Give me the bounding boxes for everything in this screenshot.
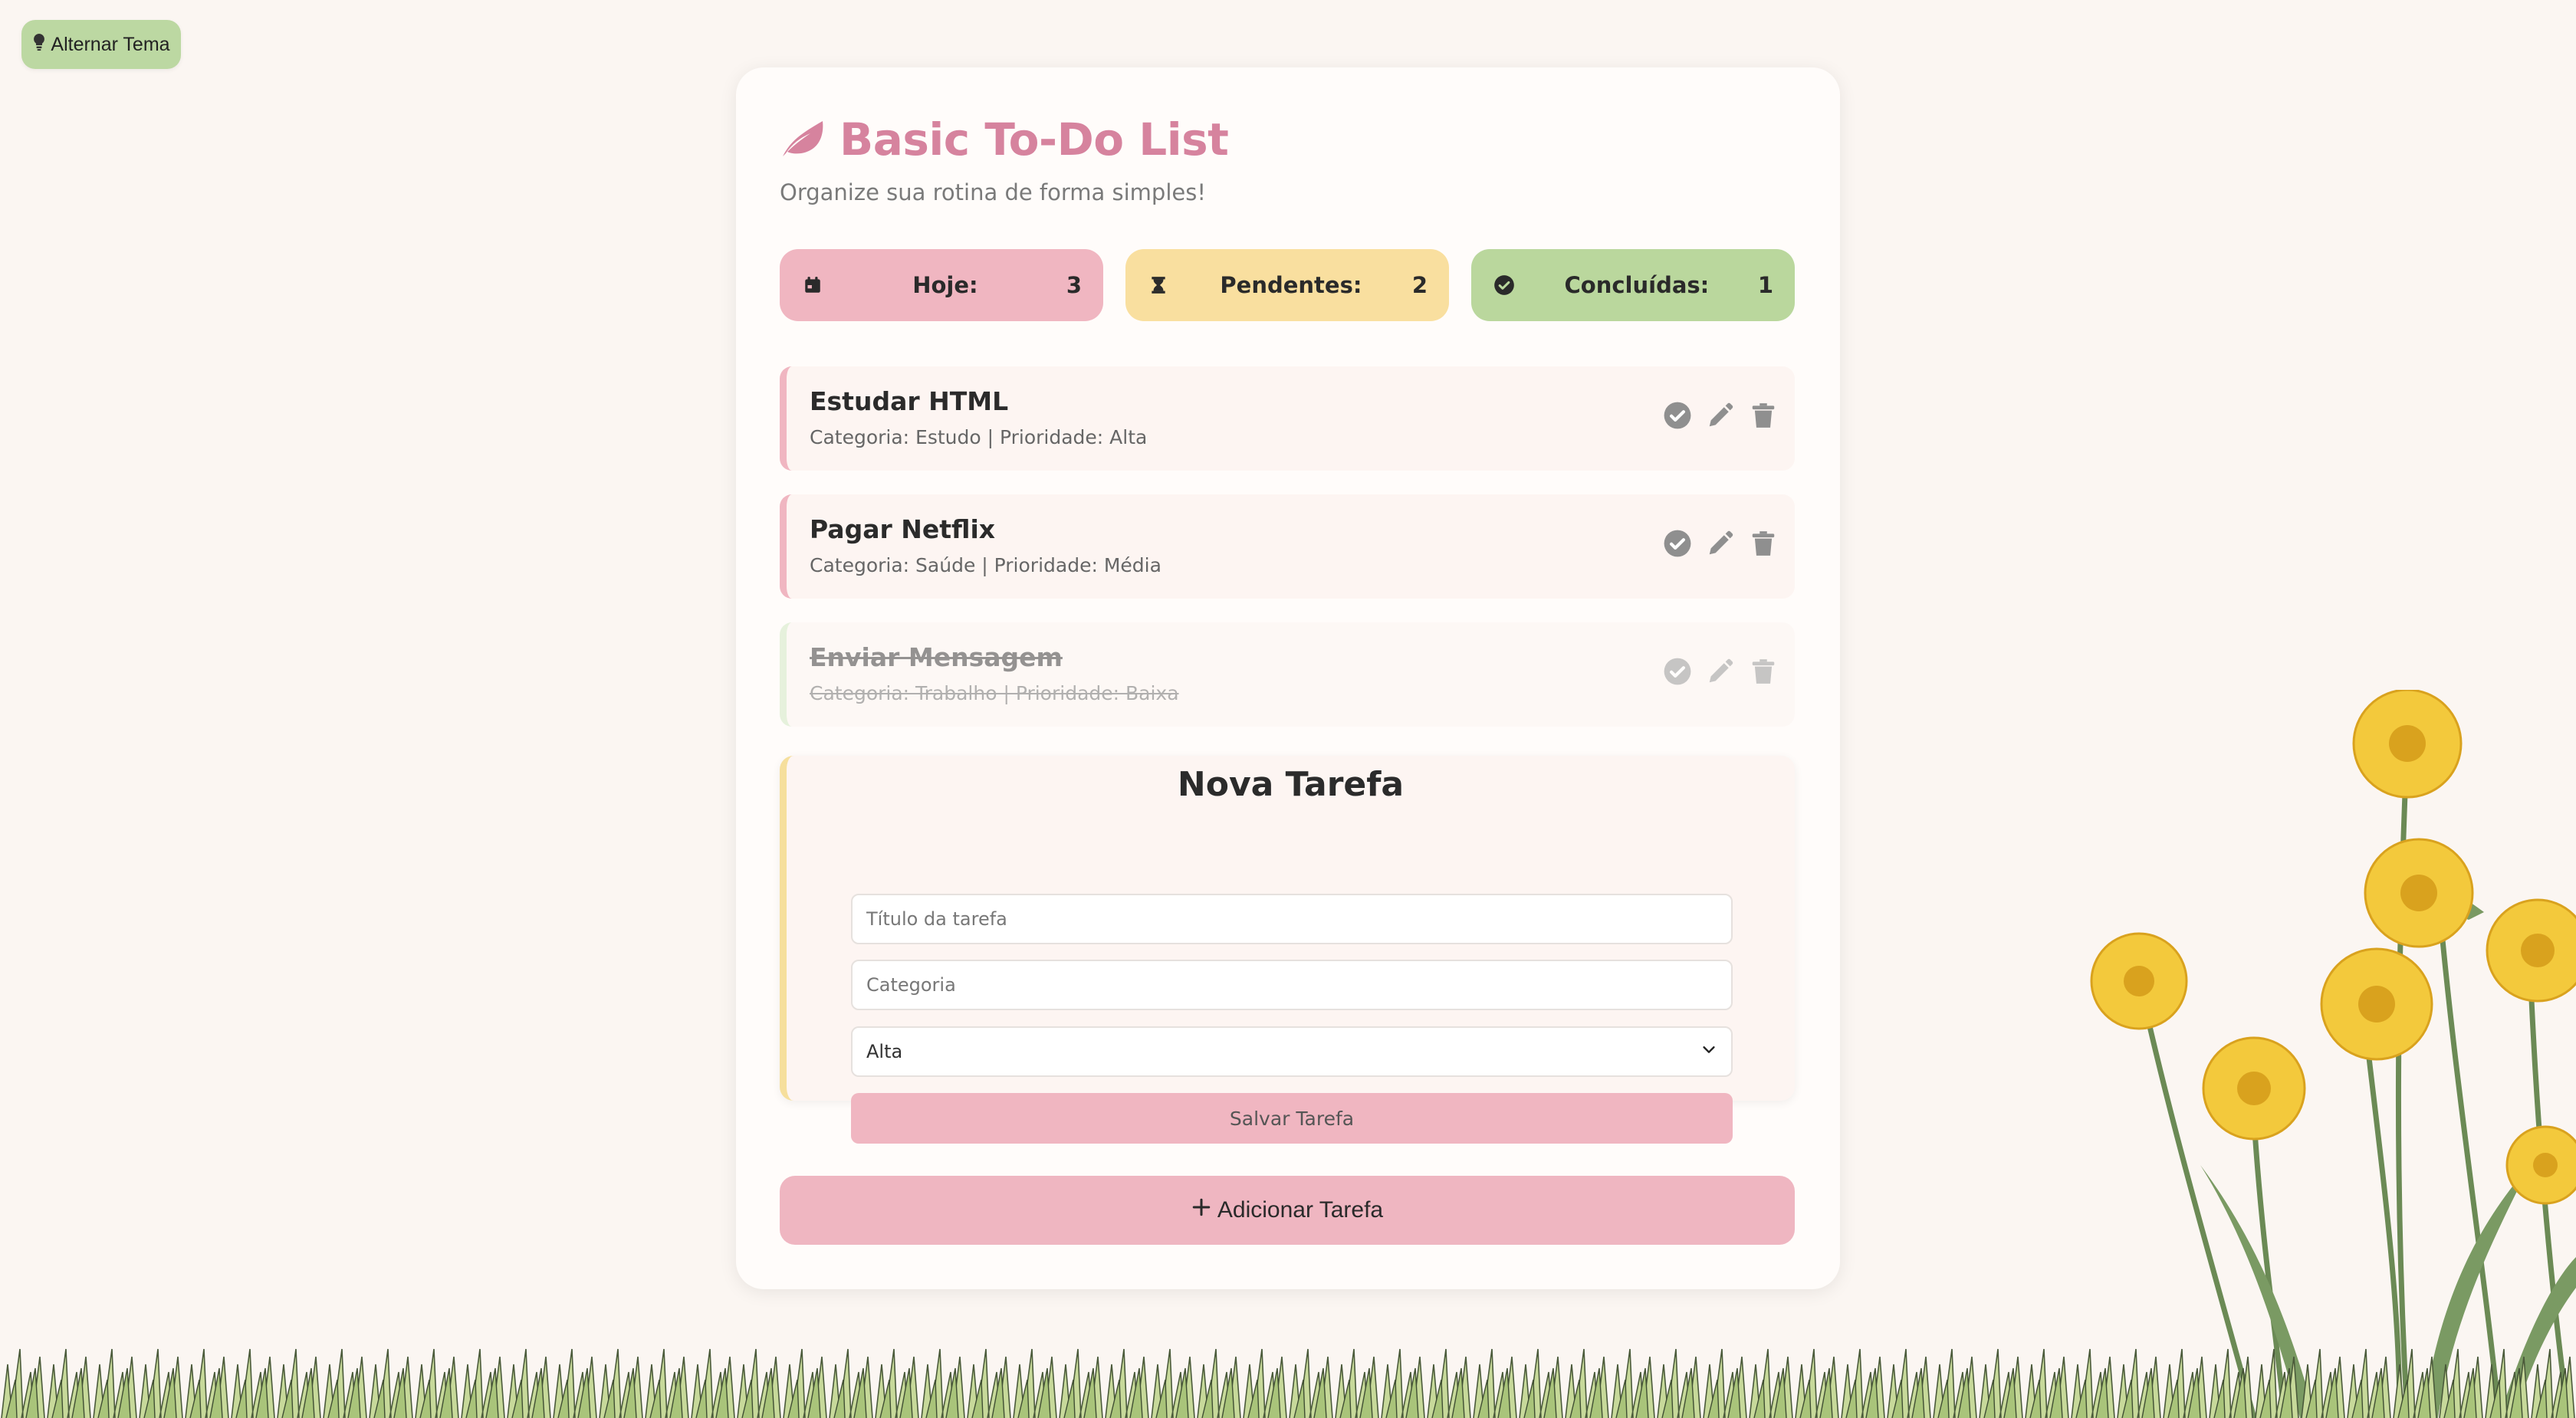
task-item: Pagar Netflix Categoria: Saúde | Priorid… xyxy=(780,494,1795,599)
task-item-completed: Enviar Mensagem Categoria: Trabalho | Pr… xyxy=(780,622,1795,727)
category-input[interactable] xyxy=(851,960,1733,1010)
edit-task-icon[interactable] xyxy=(1706,656,1735,687)
edit-task-icon[interactable] xyxy=(1706,400,1735,431)
form-title: Nova Tarefa xyxy=(1177,765,1405,804)
stat-done-label: Concluídas: xyxy=(1564,272,1710,298)
grass-decoration xyxy=(0,1334,2576,1418)
task-meta: Categoria: Saúde | Prioridade: Média xyxy=(810,554,1162,576)
app-header: Basic To-Do List xyxy=(780,113,1229,166)
plus-icon xyxy=(1191,1197,1211,1223)
theme-toggle-button[interactable]: Alternar Tema xyxy=(21,20,181,69)
stat-pending: Pendentes: 2 xyxy=(1125,249,1449,321)
task-title-input[interactable] xyxy=(851,894,1733,944)
stat-pending-value: 2 xyxy=(1411,272,1428,298)
task-actions xyxy=(1663,656,1778,687)
flowers-decoration xyxy=(2090,690,2576,1418)
priority-selected-value: Alta xyxy=(866,1041,903,1062)
stat-pending-label: Pendentes: xyxy=(1220,272,1362,298)
page-subtitle: Organize sua rotina de forma simples! xyxy=(780,179,1206,205)
save-task-button[interactable]: Salvar Tarefa xyxy=(851,1093,1733,1144)
task-item: Estudar HTML Categoria: Estudo | Priorid… xyxy=(780,366,1795,471)
stat-today-value: 3 xyxy=(1066,272,1082,298)
todo-card: Basic To-Do List Organize sua rotina de … xyxy=(736,67,1840,1289)
task-actions xyxy=(1663,528,1778,559)
task-title: Estudar HTML xyxy=(810,386,1009,416)
task-title: Pagar Netflix xyxy=(810,514,996,544)
stat-today-label: Hoje: xyxy=(912,272,978,298)
page-title: Basic To-Do List xyxy=(840,113,1229,166)
add-task-button[interactable]: Adicionar Tarefa xyxy=(780,1176,1795,1245)
stat-today: Hoje: 3 xyxy=(780,249,1103,321)
edit-task-icon[interactable] xyxy=(1706,528,1735,559)
leaf-icon xyxy=(780,118,827,161)
task-title: Enviar Mensagem xyxy=(810,642,1063,672)
lightbulb-icon xyxy=(32,33,46,57)
add-task-label: Adicionar Tarefa xyxy=(1217,1197,1384,1223)
complete-task-icon[interactable] xyxy=(1663,656,1692,687)
complete-task-icon[interactable] xyxy=(1663,400,1692,431)
stat-done: Concluídas: 1 xyxy=(1471,249,1795,321)
complete-task-icon[interactable] xyxy=(1663,528,1692,559)
delete-task-icon[interactable] xyxy=(1749,656,1778,687)
theme-toggle-label: Alternar Tema xyxy=(51,33,170,55)
priority-select[interactable]: Alta xyxy=(851,1026,1733,1077)
check-circle-icon xyxy=(1493,274,1516,297)
calendar-icon xyxy=(801,274,824,297)
delete-task-icon[interactable] xyxy=(1749,528,1778,559)
stat-done-value: 1 xyxy=(1757,272,1773,298)
task-meta: Categoria: Trabalho | Prioridade: Baixa xyxy=(810,682,1179,704)
chevron-down-icon xyxy=(1700,1041,1717,1062)
delete-task-icon[interactable] xyxy=(1749,400,1778,431)
new-task-form: Nova Tarefa Alta Salvar Tarefa xyxy=(780,756,1795,1144)
task-meta: Categoria: Estudo | Prioridade: Alta xyxy=(810,426,1148,448)
hourglass-icon xyxy=(1147,274,1170,297)
task-actions xyxy=(1663,400,1778,431)
